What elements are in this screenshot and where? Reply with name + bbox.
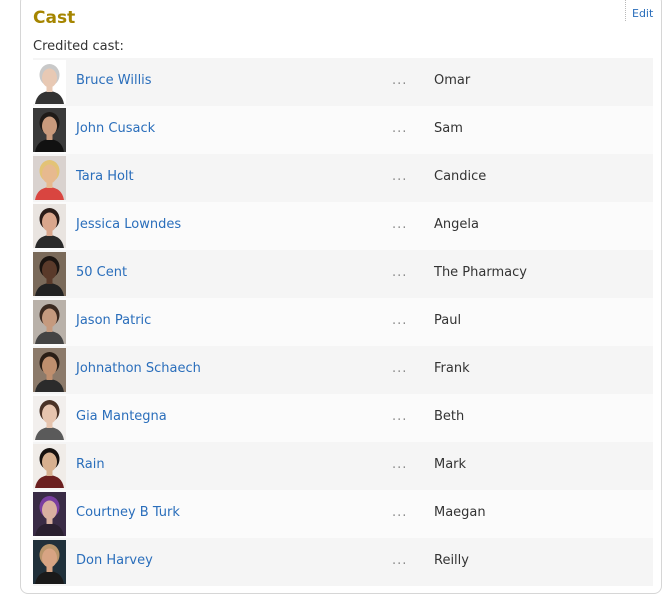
headshot-image: [33, 252, 66, 296]
role-separator: ...: [392, 217, 408, 232]
cast-row: Rain ... Mark: [33, 442, 653, 490]
headshot-face: [42, 308, 57, 328]
actor-name-link[interactable]: Don Harvey: [76, 553, 153, 569]
role-separator: ...: [392, 505, 408, 520]
character-name: Angela: [434, 217, 479, 232]
headshot-image: [33, 300, 66, 344]
headshot-face: [42, 500, 57, 520]
cast-row: John Cusack ... Sam: [33, 106, 653, 154]
headshot-image: [33, 396, 66, 440]
role-separator: ...: [392, 121, 408, 136]
character-name: Candice: [434, 169, 487, 184]
actor-photo[interactable]: [33, 108, 66, 152]
actor-photo[interactable]: [33, 252, 66, 296]
role-separator: ...: [392, 73, 408, 88]
cast-row: Tara Holt ... Candice: [33, 154, 653, 202]
headshot-image: [33, 108, 66, 152]
role-separator: ...: [392, 169, 408, 184]
role-separator: ...: [392, 409, 408, 424]
actor-name-link[interactable]: Johnathon Schaech: [76, 361, 201, 377]
role-separator: ...: [392, 313, 408, 328]
headshot-face: [42, 164, 57, 184]
actor-name-link[interactable]: John Cusack: [76, 121, 155, 137]
character-name: Frank: [434, 361, 470, 376]
actor-photo[interactable]: [33, 348, 66, 392]
cast-row: Jason Patric ... Paul: [33, 298, 653, 346]
character-name: The Pharmacy: [434, 265, 527, 280]
headshot-face: [42, 548, 57, 568]
headshot-face: [42, 356, 57, 376]
headshot-face: [42, 68, 57, 88]
actor-name-link[interactable]: Jason Patric: [76, 313, 151, 329]
headshot-image: [33, 204, 66, 248]
role-separator: ...: [392, 553, 408, 568]
headshot-face: [42, 452, 57, 472]
actor-name-link[interactable]: Jessica Lowndes: [76, 217, 181, 233]
cast-row: Gia Mantegna ... Beth: [33, 394, 653, 442]
actor-photo[interactable]: [33, 540, 66, 584]
cast-row: Johnathon Schaech ... Frank: [33, 346, 653, 394]
cast-row: 50 Cent ... The Pharmacy: [33, 250, 653, 298]
actor-photo[interactable]: [33, 300, 66, 344]
actor-name-link[interactable]: 50 Cent: [76, 265, 127, 281]
actor-name-link[interactable]: Rain: [76, 457, 105, 473]
character-name: Omar: [434, 73, 471, 88]
character-name: Paul: [434, 313, 462, 328]
character-name: Mark: [434, 457, 467, 472]
cast-row: Bruce Willis ... Omar: [33, 58, 653, 106]
actor-photo[interactable]: [33, 444, 66, 488]
actor-name-link[interactable]: Bruce Willis: [76, 73, 152, 89]
actor-photo[interactable]: [33, 492, 66, 536]
headshot-image: [33, 348, 66, 392]
edit-link[interactable]: Edit: [632, 7, 653, 21]
character-name: Sam: [434, 121, 463, 136]
actor-name-link[interactable]: Courtney B Turk: [76, 505, 180, 521]
character-name: Reilly: [434, 553, 469, 568]
role-separator: ...: [392, 361, 408, 376]
cast-list: Bruce Willis ... Omar John Cusack ... Sa…: [33, 58, 653, 586]
actor-photo[interactable]: [33, 204, 66, 248]
character-name: Maegan: [434, 505, 486, 520]
headshot-image: [33, 60, 66, 104]
cast-row: Jessica Lowndes ... Angela: [33, 202, 653, 250]
actor-photo[interactable]: [33, 60, 66, 104]
cast-row: Don Harvey ... Reilly: [33, 538, 653, 586]
headshot-face: [42, 116, 57, 136]
headshot-face: [42, 260, 57, 280]
role-separator: ...: [392, 265, 408, 280]
role-separator: ...: [392, 457, 408, 472]
cast-row: Courtney B Turk ... Maegan: [33, 490, 653, 538]
headshot-image: [33, 540, 66, 584]
actor-photo[interactable]: [33, 156, 66, 200]
headshot-face: [42, 404, 57, 424]
headshot-image: [33, 492, 66, 536]
headshot-face: [42, 212, 57, 232]
headshot-image: [33, 156, 66, 200]
actor-name-link[interactable]: Gia Mantegna: [76, 409, 167, 425]
credited-cast-heading: Credited cast:: [33, 39, 124, 54]
actor-name-link[interactable]: Tara Holt: [76, 169, 134, 185]
character-name: Beth: [434, 409, 465, 424]
actor-photo[interactable]: [33, 396, 66, 440]
section-title: Cast: [33, 8, 76, 28]
headshot-image: [33, 444, 66, 488]
